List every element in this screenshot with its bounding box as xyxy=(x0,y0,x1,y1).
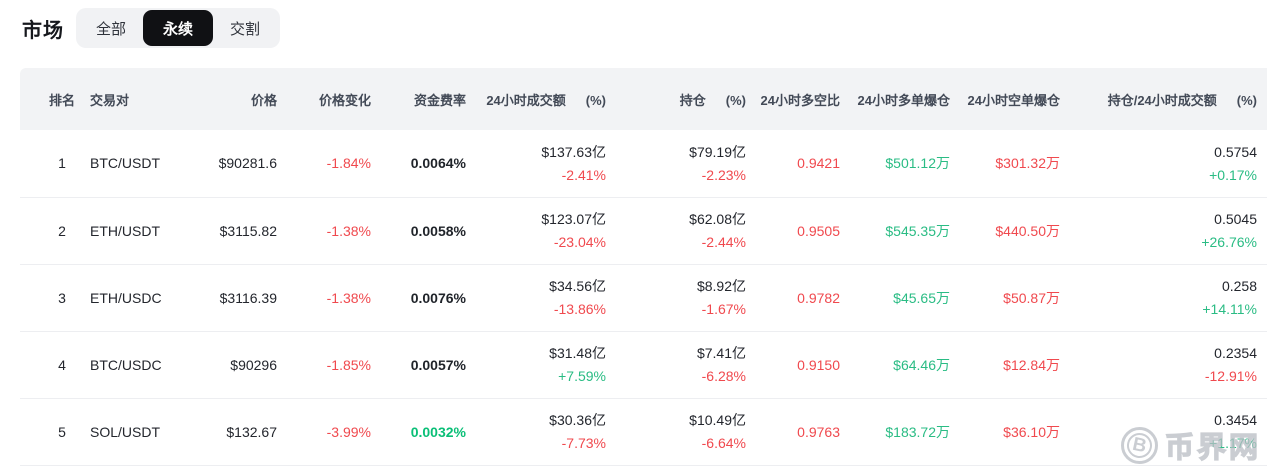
volume-24h-cell: $137.63亿-2.41% xyxy=(466,130,606,197)
table-header-row: 排名 交易对 价格 价格变化 资金费率 24小时成交额 (%) 持仓 (%) 24小… xyxy=(20,68,1267,130)
price-cell: $3115.82 xyxy=(200,197,277,264)
long-liquidation-cell: $45.65万 xyxy=(840,264,950,331)
rank-cell: 2 xyxy=(20,197,90,264)
long-liquidation-cell: $501.12万 xyxy=(840,130,950,197)
long-liquidation-cell: $64.46万 xyxy=(840,331,950,398)
short-liquidation-cell: $301.32万 xyxy=(950,130,1060,197)
long-short-ratio-cell: 0.9763 xyxy=(746,398,840,465)
table-row-btc-usdt[interactable]: 1BTC/USDT$90281.6-1.84%0.0064%$137.63亿-2… xyxy=(20,130,1267,197)
rank-cell: 4 xyxy=(20,331,90,398)
volume-24h-cell: $34.56亿-13.86% xyxy=(466,264,606,331)
col-header-pair: 交易对 xyxy=(90,68,200,130)
price-cell: $90296 xyxy=(200,331,277,398)
price-change-cell: -1.38% xyxy=(277,264,371,331)
rank-cell: 3 xyxy=(20,264,90,331)
open-interest-cell: $62.08亿-2.44% xyxy=(606,197,746,264)
short-liquidation-cell: $440.50万 xyxy=(950,197,1060,264)
col-header-price: 价格 xyxy=(200,68,277,130)
price-change-cell: -1.85% xyxy=(277,331,371,398)
open-interest-cell: $7.41亿-6.28% xyxy=(606,331,746,398)
pair-cell: BTC/USDT xyxy=(90,130,200,197)
col-header-volume-24h: 24小时成交额 (%) xyxy=(466,68,606,130)
long-short-ratio-cell: 0.9421 xyxy=(746,130,840,197)
col-header-price-change: 价格变化 xyxy=(277,68,371,130)
funding-rate-cell: 0.0057% xyxy=(371,331,466,398)
long-liquidation-cell: $183.72万 xyxy=(840,398,950,465)
funding-rate-cell: 0.0032% xyxy=(371,398,466,465)
market-table-body: 1BTC/USDT$90281.6-1.84%0.0064%$137.63亿-2… xyxy=(20,130,1267,465)
market-type-tabs: 全部 永续 交割 xyxy=(76,8,280,48)
col-header-oi-volume-ratio: 持仓/24小时成交额 (%) xyxy=(1060,68,1267,130)
price-cell: $3116.39 xyxy=(200,264,277,331)
tab-all[interactable]: 全部 xyxy=(79,11,143,45)
col-header-funding-rate: 资金费率 xyxy=(371,68,466,130)
market-page: 市场 全部 永续 交割 排名 交易对 价格 价格变化 资金费率 24小时成交额 (… xyxy=(0,0,1267,471)
pair-cell: SOL/USDT xyxy=(90,398,200,465)
col-header-oi-volume-ratio-pct: (%) xyxy=(1237,93,1257,108)
long-short-ratio-cell: 0.9782 xyxy=(746,264,840,331)
price-change-cell: -3.99% xyxy=(277,398,371,465)
col-header-oi-volume-ratio-label: 持仓/24小时成交额 xyxy=(1108,93,1217,108)
col-header-short-liquidation: 24小时空单爆仓 xyxy=(950,68,1060,130)
col-header-long-short-ratio: 24小时多空比 xyxy=(746,68,840,130)
table-row-eth-usdt[interactable]: 2ETH/USDT$3115.82-1.38%0.0058%$123.07亿-2… xyxy=(20,197,1267,264)
oi-volume-ratio-cell: 0.5045+26.76% xyxy=(1060,197,1267,264)
funding-rate-cell: 0.0076% xyxy=(371,264,466,331)
open-interest-cell: $8.92亿-1.67% xyxy=(606,264,746,331)
col-header-open-interest-label: 持仓 xyxy=(680,93,706,108)
volume-24h-cell: $31.48亿+7.59% xyxy=(466,331,606,398)
price-change-cell: -1.38% xyxy=(277,197,371,264)
col-header-long-liquidation: 24小时多单爆仓 xyxy=(840,68,950,130)
funding-rate-cell: 0.0064% xyxy=(371,130,466,197)
open-interest-cell: $79.19亿-2.23% xyxy=(606,130,746,197)
long-liquidation-cell: $545.35万 xyxy=(840,197,950,264)
short-liquidation-cell: $12.84万 xyxy=(950,331,1060,398)
table-row-eth-usdc[interactable]: 3ETH/USDC$3116.39-1.38%0.0076%$34.56亿-13… xyxy=(20,264,1267,331)
col-header-volume-24h-label: 24小时成交额 xyxy=(486,93,565,108)
price-cell: $132.67 xyxy=(200,398,277,465)
oi-volume-ratio-cell: 0.2354-12.91% xyxy=(1060,331,1267,398)
table-row-btc-usdc[interactable]: 4BTC/USDC$90296-1.85%0.0057%$31.48亿+7.59… xyxy=(20,331,1267,398)
oi-volume-ratio-cell: 0.3454+1.17% xyxy=(1060,398,1267,465)
oi-volume-ratio-cell: 0.5754+0.17% xyxy=(1060,130,1267,197)
col-header-volume-24h-pct: (%) xyxy=(586,93,606,108)
funding-rate-cell: 0.0058% xyxy=(371,197,466,264)
page-header: 市场 全部 永续 交割 xyxy=(0,0,1267,48)
price-change-cell: -1.84% xyxy=(277,130,371,197)
rank-cell: 1 xyxy=(20,130,90,197)
rank-cell: 5 xyxy=(20,398,90,465)
tab-delivery[interactable]: 交割 xyxy=(213,11,277,45)
volume-24h-cell: $123.07亿-23.04% xyxy=(466,197,606,264)
market-table: 排名 交易对 价格 价格变化 资金费率 24小时成交额 (%) 持仓 (%) 24小… xyxy=(20,68,1267,466)
col-header-open-interest: 持仓 (%) xyxy=(606,68,746,130)
long-short-ratio-cell: 0.9150 xyxy=(746,331,840,398)
col-header-rank: 排名 xyxy=(20,68,90,130)
tab-perpetual[interactable]: 永续 xyxy=(143,10,213,46)
open-interest-cell: $10.49亿-6.64% xyxy=(606,398,746,465)
short-liquidation-cell: $50.87万 xyxy=(950,264,1060,331)
oi-volume-ratio-cell: 0.258+14.11% xyxy=(1060,264,1267,331)
volume-24h-cell: $30.36亿-7.73% xyxy=(466,398,606,465)
price-cell: $90281.6 xyxy=(200,130,277,197)
page-title: 市场 xyxy=(22,14,64,43)
col-header-open-interest-pct: (%) xyxy=(726,93,746,108)
table-row-sol-usdt[interactable]: 5SOL/USDT$132.67-3.99%0.0032%$30.36亿-7.7… xyxy=(20,398,1267,465)
short-liquidation-cell: $36.10万 xyxy=(950,398,1060,465)
long-short-ratio-cell: 0.9505 xyxy=(746,197,840,264)
pair-cell: BTC/USDC xyxy=(90,331,200,398)
pair-cell: ETH/USDT xyxy=(90,197,200,264)
pair-cell: ETH/USDC xyxy=(90,264,200,331)
